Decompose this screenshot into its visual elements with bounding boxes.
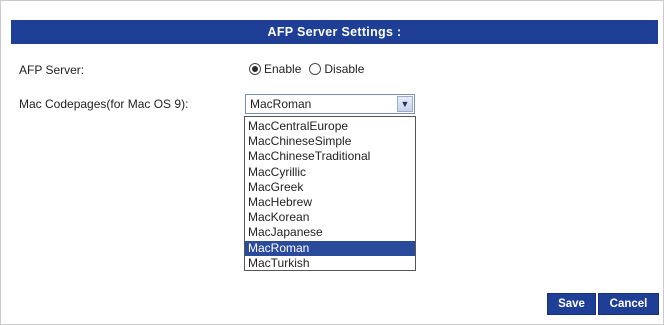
- codepage-option[interactable]: MacCentralEurope: [245, 119, 415, 134]
- codepage-dropdown-list: MacCentralEurope MacChineseSimple MacChine…: [244, 116, 416, 271]
- section-title: AFP Server Settings :: [267, 25, 402, 39]
- afp-server-label: AFP Server:: [19, 63, 85, 77]
- cancel-button[interactable]: Cancel: [598, 293, 659, 315]
- codepage-selected-value: MacRoman: [250, 97, 312, 111]
- chevron-down-icon[interactable]: ▼: [397, 96, 413, 112]
- codepage-option[interactable]: MacJapanese: [245, 225, 415, 240]
- section-header: AFP Server Settings :: [11, 20, 658, 44]
- enable-radio-label: Enable: [264, 62, 302, 76]
- codepage-label: Mac Codepages(for Mac OS 9):: [19, 97, 189, 111]
- codepage-option[interactable]: MacCyrillic: [245, 165, 415, 180]
- codepage-option[interactable]: MacRoman: [245, 240, 415, 256]
- enable-radio[interactable]: [249, 63, 261, 75]
- codepage-option[interactable]: MacTurkish: [245, 256, 415, 271]
- save-button[interactable]: Save: [547, 293, 596, 315]
- codepage-option[interactable]: MacChineseSimple: [245, 134, 415, 149]
- disable-radio-option[interactable]: Disable: [309, 62, 364, 76]
- codepage-option[interactable]: MacChineseTraditional: [245, 149, 415, 164]
- codepage-select[interactable]: MacRoman ▼: [245, 94, 415, 114]
- codepage-option[interactable]: MacKorean: [245, 210, 415, 225]
- codepage-option[interactable]: MacGreek: [245, 180, 415, 195]
- afp-server-radio-group: Enable Disable: [249, 62, 370, 76]
- codepage-option[interactable]: MacHebrew: [245, 195, 415, 210]
- enable-radio-option[interactable]: Enable: [249, 62, 301, 76]
- disable-radio-label: Disable: [324, 62, 365, 76]
- disable-radio[interactable]: [309, 63, 322, 75]
